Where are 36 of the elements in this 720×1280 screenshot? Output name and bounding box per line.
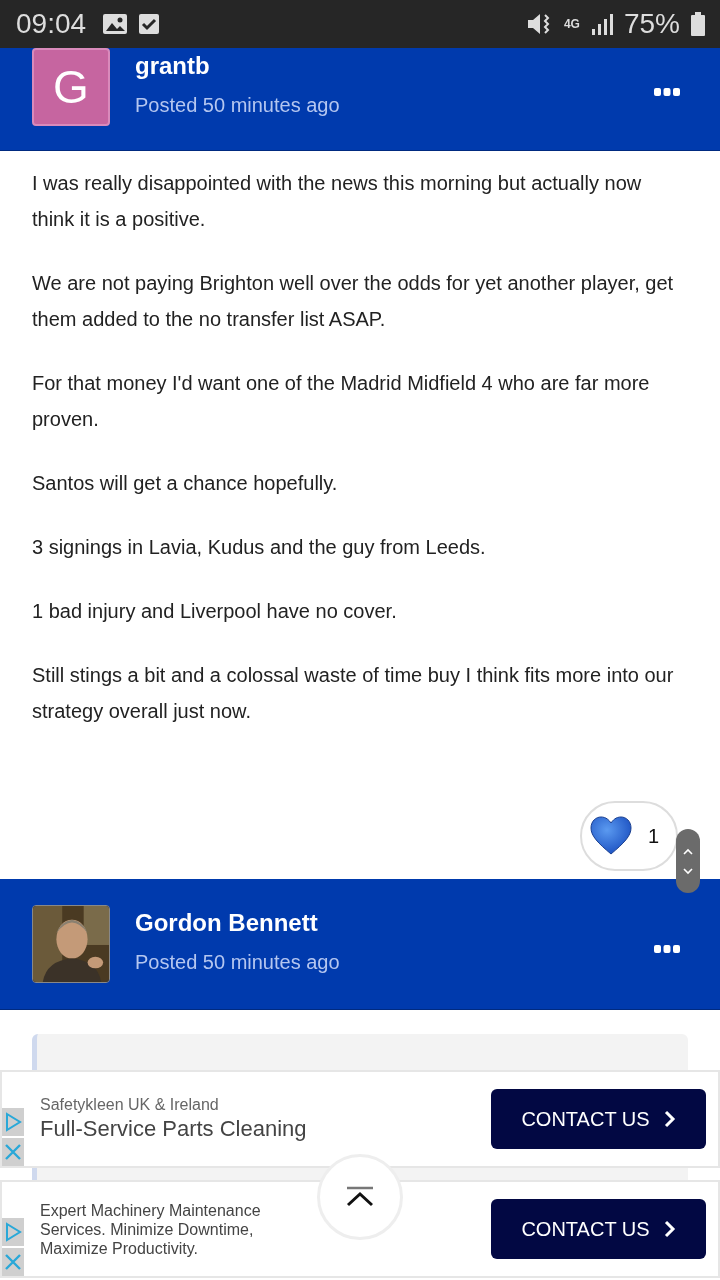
post-paragraph: 1 bad injury and Liverpool have no cover.	[32, 599, 398, 624]
ad-description: Expert Machinery Maintenance Services. Minimize Downtime, Maximize Productivity.	[40, 1200, 262, 1258]
close-icon[interactable]	[2, 1248, 24, 1276]
author-name[interactable]: Gordon Bennett	[135, 909, 318, 937]
avatar[interactable]: G	[32, 48, 110, 126]
more-icon[interactable]	[654, 945, 680, 953]
post-paragraph: Still stings a bit and a colossal waste of time buy I think fits more into our strategy overall just now.	[32, 663, 674, 724]
ad-headline: Full-Service Parts Cleaning	[40, 1116, 308, 1142]
clock: 09:04	[16, 8, 87, 40]
image-icon	[102, 12, 129, 36]
post-time: Posted 50 minutes ago	[135, 951, 340, 974]
signal-icon	[589, 12, 614, 36]
heart-icon	[590, 816, 632, 856]
contact-button[interactable]: CONTACT US	[491, 1199, 706, 1259]
scroll-pill[interactable]	[676, 829, 700, 893]
network-label: 4G	[563, 17, 580, 31]
advertiser-name: Safetykleen UK & Ireland	[40, 1096, 220, 1114]
chevron-right-icon	[663, 1110, 676, 1128]
contact-button[interactable]: CONTACT US	[491, 1089, 706, 1149]
reaction-button[interactable]: 1	[580, 801, 678, 871]
ad-play-icon[interactable]	[2, 1218, 24, 1246]
chevron-right-icon	[663, 1220, 676, 1238]
ad-play-icon[interactable]	[2, 1108, 24, 1136]
battery-icon	[690, 11, 706, 37]
post-paragraph: 3 signings in Lavia, Kudus and the guy from Leeds.	[32, 535, 487, 560]
more-icon[interactable]	[654, 88, 680, 96]
post-paragraph: For that money I'd want one of the Madrid Midfield 4 who are far more proven.	[32, 371, 651, 432]
checkbox-icon	[138, 12, 161, 36]
post-paragraph: We are not paying Brighton well over the odds for yet another player, get them added to the no transfer list ASAP.	[32, 271, 674, 332]
author-name[interactable]: grantb	[135, 52, 210, 80]
battery-level: 75%	[623, 8, 680, 40]
close-icon[interactable]	[2, 1138, 24, 1166]
post-time: Posted 50 minutes ago	[135, 94, 340, 117]
post-paragraph: I was really disappointed with the news this morning but actually now think it is a positive.	[32, 171, 643, 232]
caret-up-icon	[344, 1186, 376, 1208]
post-paragraph: Santos will get a chance hopefully.	[32, 471, 339, 496]
